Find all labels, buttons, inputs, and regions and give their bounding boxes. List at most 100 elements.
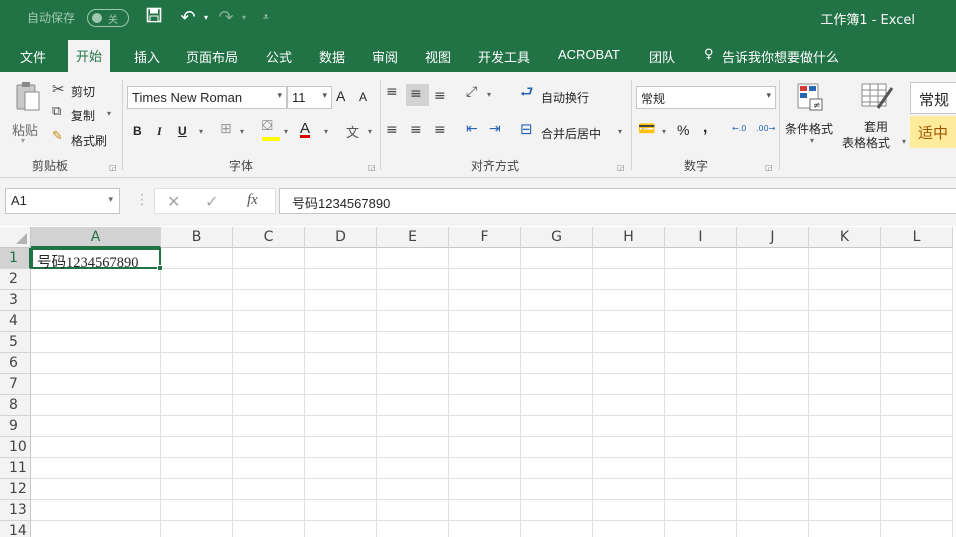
- cell-d1[interactable]: [305, 248, 377, 269]
- cell-k8[interactable]: [809, 395, 881, 416]
- font-color-icon[interactable]: A: [300, 120, 310, 137]
- cell-l11[interactable]: [881, 458, 953, 479]
- increase-decimal-icon[interactable]: ←.0: [732, 124, 746, 133]
- cell-b4[interactable]: [161, 311, 233, 332]
- cell-f8[interactable]: [449, 395, 521, 416]
- comma-style-button[interactable]: ,: [703, 119, 707, 137]
- cell-d10[interactable]: [305, 437, 377, 458]
- cell-g2[interactable]: [521, 269, 593, 290]
- cell-d6[interactable]: [305, 353, 377, 374]
- cell-style-neutral[interactable]: 适中: [910, 116, 956, 148]
- cell-d2[interactable]: [305, 269, 377, 290]
- cell-i1[interactable]: [665, 248, 737, 269]
- select-all-button[interactable]: [0, 227, 31, 248]
- cell-h14[interactable]: [593, 521, 665, 537]
- font-size-dropdown-icon[interactable]: ▾: [322, 90, 327, 101]
- cell-l12[interactable]: [881, 479, 953, 500]
- cell-c5[interactable]: [233, 332, 305, 353]
- autosave-toggle[interactable]: 关: [87, 9, 129, 27]
- cell-c2[interactable]: [233, 269, 305, 290]
- cell-j1[interactable]: [737, 248, 809, 269]
- cell-e6[interactable]: [377, 353, 449, 374]
- cell-l4[interactable]: [881, 311, 953, 332]
- cell-e13[interactable]: [377, 500, 449, 521]
- cell-g14[interactable]: [521, 521, 593, 537]
- cell-l14[interactable]: [881, 521, 953, 537]
- cell-a13[interactable]: [31, 500, 161, 521]
- row-header-9[interactable]: 9: [0, 416, 31, 437]
- row-header-6[interactable]: 6: [0, 353, 31, 374]
- cell-c8[interactable]: [233, 395, 305, 416]
- tab-review[interactable]: 审阅: [372, 47, 398, 66]
- percent-style-button[interactable]: %: [677, 122, 689, 138]
- cell-k1[interactable]: [809, 248, 881, 269]
- cell-i12[interactable]: [665, 479, 737, 500]
- bold-button[interactable]: B: [133, 124, 142, 138]
- cell-style-normal[interactable]: 常规: [910, 82, 956, 114]
- tab-data[interactable]: 数据: [319, 47, 345, 66]
- cell-i5[interactable]: [665, 332, 737, 353]
- cell-h2[interactable]: [593, 269, 665, 290]
- cell-i9[interactable]: [665, 416, 737, 437]
- cell-f9[interactable]: [449, 416, 521, 437]
- cell-j6[interactable]: [737, 353, 809, 374]
- cell-k7[interactable]: [809, 374, 881, 395]
- cell-g6[interactable]: [521, 353, 593, 374]
- cell-g3[interactable]: [521, 290, 593, 311]
- cell-f7[interactable]: [449, 374, 521, 395]
- font-name-dropdown-icon[interactable]: ▾: [277, 90, 282, 101]
- cell-a14[interactable]: [31, 521, 161, 537]
- cell-h1[interactable]: [593, 248, 665, 269]
- cell-c1[interactable]: [233, 248, 305, 269]
- cell-c13[interactable]: [233, 500, 305, 521]
- cell-i8[interactable]: [665, 395, 737, 416]
- save-icon[interactable]: [144, 7, 164, 29]
- cell-h4[interactable]: [593, 311, 665, 332]
- copy-button[interactable]: 复制: [71, 107, 95, 124]
- cell-i10[interactable]: [665, 437, 737, 458]
- cell-g9[interactable]: [521, 416, 593, 437]
- cell-k11[interactable]: [809, 458, 881, 479]
- row-header-8[interactable]: 8: [0, 395, 31, 416]
- format-as-table-dropdown-icon[interactable]: ▾: [902, 137, 906, 146]
- cell-f4[interactable]: [449, 311, 521, 332]
- cell-k13[interactable]: [809, 500, 881, 521]
- cell-d8[interactable]: [305, 395, 377, 416]
- font-name-box[interactable]: Times New Roman ▾: [127, 86, 287, 109]
- column-header-b[interactable]: B: [161, 227, 233, 248]
- cell-b5[interactable]: [161, 332, 233, 353]
- cell-i6[interactable]: [665, 353, 737, 374]
- tell-me-icon[interactable]: ♀: [704, 47, 714, 62]
- number-launcher-icon[interactable]: ◲: [765, 163, 773, 172]
- cell-b11[interactable]: [161, 458, 233, 479]
- cell-c6[interactable]: [233, 353, 305, 374]
- cell-e5[interactable]: [377, 332, 449, 353]
- cell-i7[interactable]: [665, 374, 737, 395]
- formula-input[interactable]: 号码1234567890: [279, 188, 956, 214]
- cell-j4[interactable]: [737, 311, 809, 332]
- cell-i2[interactable]: [665, 269, 737, 290]
- cell-j2[interactable]: [737, 269, 809, 290]
- cell-d5[interactable]: [305, 332, 377, 353]
- cell-j9[interactable]: [737, 416, 809, 437]
- cell-a2[interactable]: [31, 269, 161, 290]
- cell-a9[interactable]: [31, 416, 161, 437]
- cell-b13[interactable]: [161, 500, 233, 521]
- tab-home[interactable]: 开始: [68, 40, 111, 72]
- formula-bar-grip-icon[interactable]: ⋮: [135, 192, 149, 208]
- cell-l8[interactable]: [881, 395, 953, 416]
- undo-icon[interactable]: ↶: [178, 7, 198, 29]
- cell-h5[interactable]: [593, 332, 665, 353]
- fill-color-icon[interactable]: ⛋: [262, 119, 273, 133]
- cell-f1[interactable]: [449, 248, 521, 269]
- orientation-dropdown-icon[interactable]: ▾: [487, 90, 491, 99]
- cell-l5[interactable]: [881, 332, 953, 353]
- cell-j14[interactable]: [737, 521, 809, 537]
- tab-insert[interactable]: 插入: [134, 47, 160, 66]
- cell-h7[interactable]: [593, 374, 665, 395]
- cell-i4[interactable]: [665, 311, 737, 332]
- cell-g11[interactable]: [521, 458, 593, 479]
- cell-f12[interactable]: [449, 479, 521, 500]
- cell-k12[interactable]: [809, 479, 881, 500]
- underline-dropdown-icon[interactable]: ▾: [199, 127, 203, 136]
